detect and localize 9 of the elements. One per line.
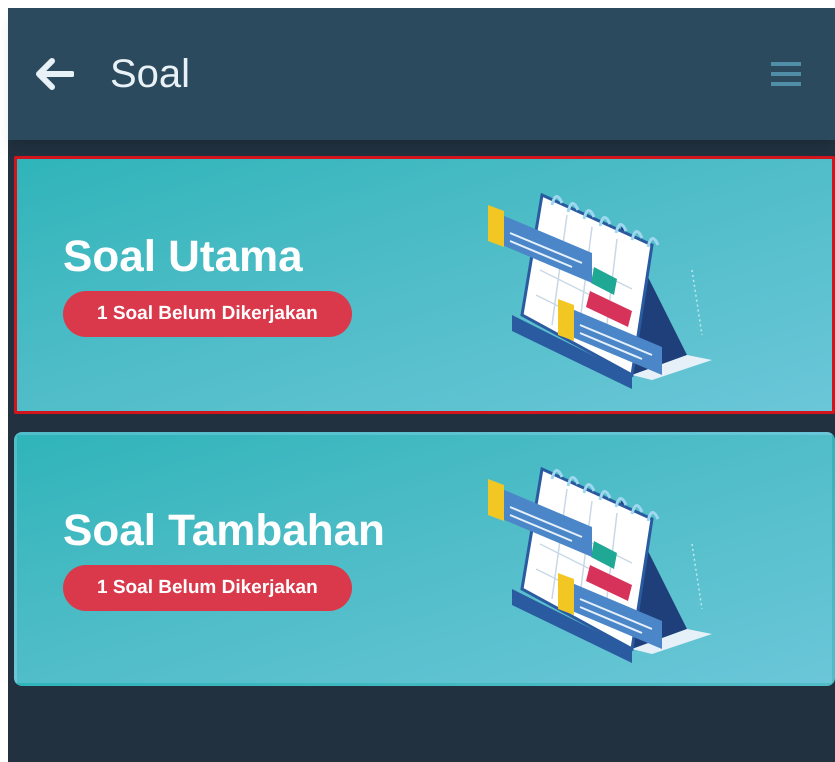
card-title: Soal Tambahan	[63, 506, 385, 555]
status-badge: 1 Soal Belum Dikerjakan	[63, 564, 352, 612]
menu-icon[interactable]	[771, 61, 801, 87]
status-badge: 1 Soal Belum Dikerjakan	[63, 290, 352, 338]
card-title: Soal Utama	[63, 232, 303, 281]
screen-title: Soal	[110, 51, 190, 98]
back-arrow-icon[interactable]	[34, 57, 74, 91]
category-card[interactable]: Soal Utama 1 Soal Belum Dikerjakan	[14, 156, 835, 414]
category-card[interactable]: Soal Tambahan 1 Soal Belum Dikerjakan	[14, 432, 835, 686]
